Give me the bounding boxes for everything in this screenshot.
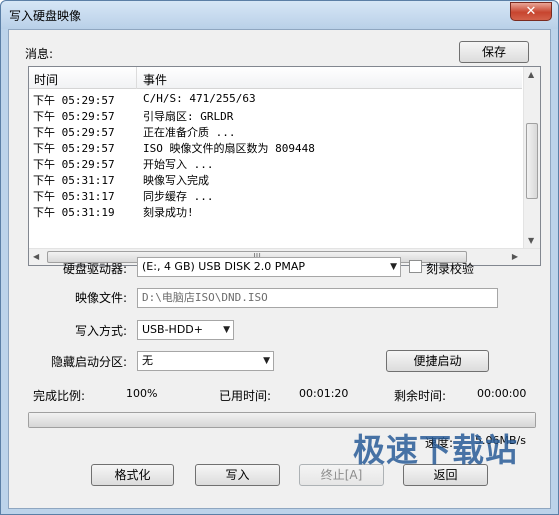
drive-value: (E:, 4 GB) USB DISK 2.0 PMAP	[142, 260, 306, 273]
elapsed-value: 00:01:20	[299, 387, 349, 400]
log-header: 时间 事件	[29, 67, 522, 89]
verify-label: 刻录校验	[426, 262, 475, 276]
list-item[interactable]: 下午 05:29:57 C/H/S: 471/255/63	[29, 91, 522, 107]
write-method-select[interactable]: USB-HDD+ ▼	[137, 320, 234, 340]
column-header-time[interactable]: 时间	[34, 71, 58, 88]
progress-label: 完成比例:	[33, 389, 86, 403]
scroll-up-icon[interactable]: ▲	[528, 70, 534, 79]
log-event: 正在准备介质 ...	[143, 126, 236, 139]
log-time: 下午 05:29:57	[33, 142, 115, 155]
elapsed-label: 已用时间:	[219, 389, 272, 403]
list-item[interactable]: 下午 05:31:17 映像写入完成	[29, 171, 522, 187]
write-method-value: USB-HDD+	[142, 323, 203, 336]
vertical-scroll-thumb[interactable]	[526, 123, 538, 199]
log-event: 引导扇区: GRLDR	[143, 110, 234, 123]
quick-boot-button[interactable]: 便捷启动	[386, 350, 489, 372]
log-event: 刻录成功!	[143, 206, 194, 219]
dialog-window: 写入硬盘映像 ✕ 消息: 保存 时间 事件 下午 05:29:57 C/H/S: …	[0, 0, 559, 515]
vertical-scrollbar[interactable]: ▲ ▼	[523, 67, 540, 248]
log-label: 消息:	[25, 47, 54, 61]
list-item[interactable]: 下午 05:29:57 ISO 映像文件的扇区数为 809448	[29, 139, 522, 155]
list-item[interactable]: 下午 05:31:17 同步缓存 ...	[29, 187, 522, 203]
log-time: 下午 05:29:57	[33, 126, 115, 139]
log-list[interactable]: 时间 事件 下午 05:29:57 C/H/S: 471/255/63 下午 05:…	[28, 66, 541, 266]
image-file-field[interactable]: D:\电脑店ISO\DND.ISO	[137, 288, 498, 308]
list-item[interactable]: 下午 05:29:57 引导扇区: GRLDR	[29, 107, 522, 123]
window-title: 写入硬盘映像	[9, 9, 82, 23]
watermark-logo: 极速下载站	[353, 431, 519, 469]
log-time: 下午 05:29:57	[33, 110, 115, 123]
progress-value: 100%	[126, 387, 158, 400]
log-rows: 下午 05:29:57 C/H/S: 471/255/63 下午 05:29:57 引…	[29, 91, 522, 219]
hidden-partition-label: 隐藏启动分区:	[51, 355, 128, 369]
chevron-down-icon: ▼	[263, 356, 270, 366]
format-button[interactable]: 格式化	[91, 464, 174, 486]
log-time: 下午 05:31:17	[33, 190, 115, 203]
remaining-value: 00:00:00	[477, 387, 527, 400]
log-event: 开始写入 ...	[143, 158, 214, 171]
log-time: 下午 05:29:57	[33, 94, 115, 107]
image-file-label: 映像文件:	[75, 291, 128, 305]
log-event: 映像写入完成	[143, 174, 209, 187]
drive-label: 硬盘驱动器:	[63, 262, 128, 276]
verify-checkbox[interactable]	[409, 260, 422, 273]
write-method-label: 写入方式:	[75, 324, 128, 338]
title-bar[interactable]: 写入硬盘映像 ✕	[1, 1, 558, 29]
chevron-down-icon: ▼	[390, 262, 397, 272]
column-separator[interactable]	[136, 67, 137, 89]
write-button[interactable]: 写入	[195, 464, 280, 486]
hidden-partition-select[interactable]: 无 ▼	[137, 351, 274, 371]
log-time: 下午 05:31:19	[33, 206, 115, 219]
chevron-down-icon: ▼	[223, 325, 230, 335]
drive-select[interactable]: (E:, 4 GB) USB DISK 2.0 PMAP ▼	[137, 257, 401, 277]
scroll-down-icon[interactable]: ▼	[528, 236, 534, 245]
log-event: ISO 映像文件的扇区数为 809448	[143, 142, 315, 155]
list-item[interactable]: 下午 05:31:19 刻录成功!	[29, 203, 522, 219]
hidden-partition-value: 无	[142, 354, 153, 367]
log-event: C/H/S: 471/255/63	[143, 92, 256, 105]
log-event: 同步缓存 ...	[143, 190, 214, 203]
list-item[interactable]: 下午 05:29:57 开始写入 ...	[29, 155, 522, 171]
scroll-right-icon[interactable]: ▶	[512, 252, 518, 261]
close-button[interactable]: ✕	[510, 2, 552, 21]
log-time: 下午 05:31:17	[33, 174, 115, 187]
column-header-event[interactable]: 事件	[143, 71, 167, 88]
log-time: 下午 05:29:57	[33, 158, 115, 171]
scroll-left-icon[interactable]: ◀	[33, 252, 39, 261]
save-button[interactable]: 保存	[459, 41, 529, 63]
list-item[interactable]: 下午 05:29:57 正在准备介质 ...	[29, 123, 522, 139]
remaining-label: 剩余时间:	[394, 389, 447, 403]
